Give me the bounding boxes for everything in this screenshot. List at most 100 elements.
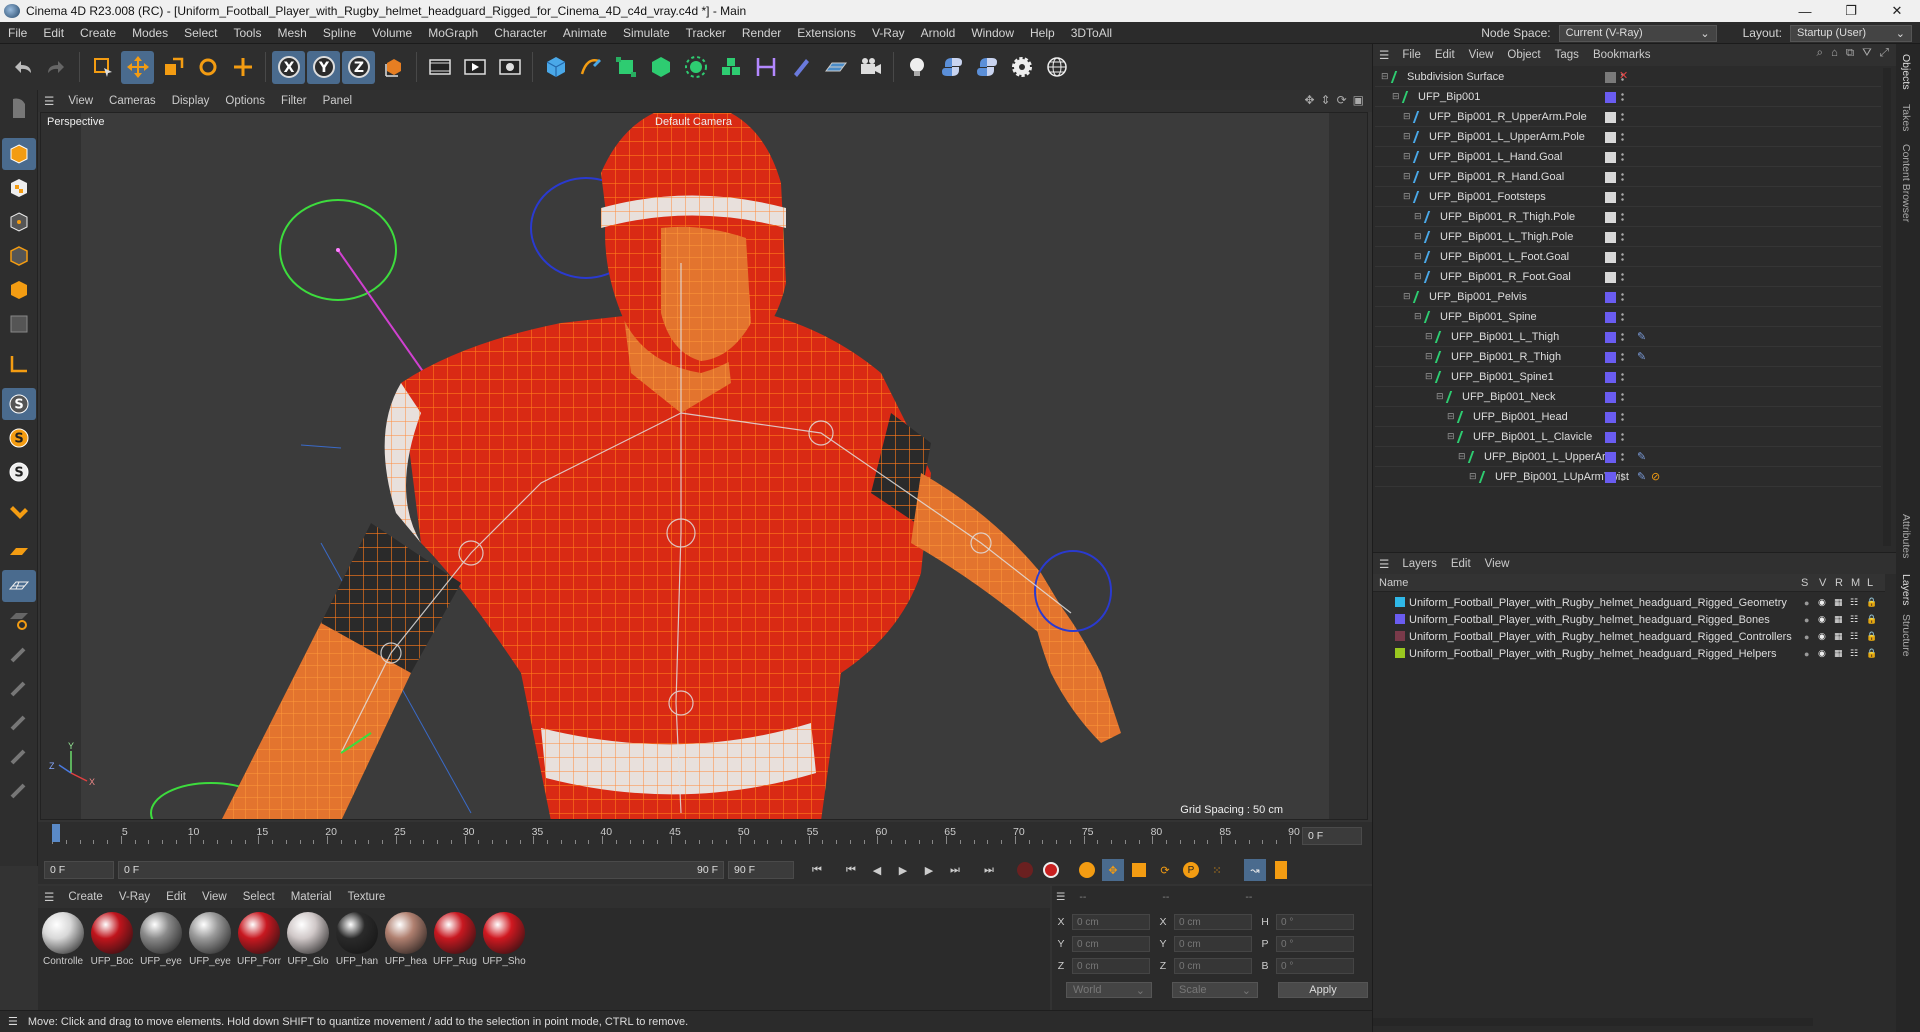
hamburger-icon[interactable]: ☰ — [1379, 557, 1389, 571]
solo-dot-icon[interactable]: ● — [1804, 615, 1809, 625]
object-row[interactable]: ⊟ UFP_Bip001_L_UpperArm.Pole — [1375, 128, 1881, 147]
objects-menu-bookmarks[interactable]: Bookmarks — [1586, 49, 1658, 61]
object-row[interactable]: ⊟ UFP_Bip001_Spine1 — [1375, 368, 1881, 387]
expand-toggle-icon[interactable]: ⊟ — [1425, 371, 1433, 382]
y-axis-lock-button[interactable]: Y — [307, 50, 340, 84]
expand-toggle-icon[interactable]: ⊟ — [1403, 171, 1411, 182]
search-icon[interactable]: ⌕ — [1817, 47, 1823, 60]
visibility-dots-icon[interactable] — [1621, 312, 1624, 323]
menu-mograph[interactable]: MoGraph — [420, 26, 486, 40]
object-row[interactable]: ⊟ UFP_Bip001_Neck — [1375, 388, 1881, 407]
layer-color-swatch[interactable] — [1605, 352, 1616, 363]
layer-color-swatch[interactable] — [1605, 232, 1616, 243]
objects-menu-object[interactable]: Object — [1500, 49, 1547, 61]
record-keys-button[interactable] — [1014, 859, 1036, 881]
go-to-end-button[interactable]: ⏭ — [978, 859, 1000, 881]
uv-mode-button[interactable] — [2, 308, 36, 340]
generator-subdivision-button[interactable] — [609, 51, 642, 84]
render-icon[interactable]: ▦ — [1834, 597, 1843, 608]
visibility-dots-icon[interactable] — [1621, 472, 1624, 483]
layer-color-swatch[interactable] — [1605, 72, 1616, 83]
expand-toggle-icon[interactable]: ⊟ — [1414, 211, 1422, 222]
material-menu-create[interactable]: Create — [60, 891, 111, 903]
material-swatch[interactable]: UFP_Boc — [89, 912, 135, 967]
close-icon[interactable]: ✕ — [1874, 0, 1920, 22]
menu-create[interactable]: Create — [72, 26, 124, 40]
motion-path-button[interactable]: ↝ — [1244, 859, 1266, 881]
visibility-dots-icon[interactable] — [1621, 432, 1624, 443]
menu-extensions[interactable]: Extensions — [789, 26, 864, 40]
keyframe-selection-button[interactable] — [1076, 859, 1098, 881]
layer-color-swatch[interactable] — [1605, 272, 1616, 283]
object-row[interactable]: ⊟ UFP_Bip001_L_Clavicle — [1375, 428, 1881, 447]
ik-tag-icon[interactable]: ✎ — [1637, 330, 1646, 343]
object-row[interactable]: ⊟ UFP_Bip001_R_Hand.Goal — [1375, 168, 1881, 187]
expand-toggle-icon[interactable]: ⊟ — [1414, 271, 1422, 282]
apply-button[interactable]: Apply — [1278, 982, 1368, 998]
z-axis-lock-button[interactable]: Z — [342, 50, 375, 84]
menu-tracker[interactable]: Tracker — [678, 26, 734, 40]
timeline-layout-button[interactable] — [1270, 859, 1292, 881]
minimize-icon[interactable]: — — [1782, 0, 1828, 22]
view-eye-icon[interactable]: ◉ — [1818, 614, 1826, 625]
visibility-dots-icon[interactable] — [1621, 212, 1624, 223]
render-to-picture-viewer-button[interactable] — [458, 51, 491, 84]
material-swatch[interactable]: UFP_Glo — [285, 912, 331, 967]
menu-volume[interactable]: Volume — [364, 26, 420, 40]
settings-gear-button[interactable] — [1005, 51, 1038, 84]
object-row[interactable]: ⊟ UFP_Bip001_R_Thigh.Pole — [1375, 208, 1881, 227]
view-eye-icon[interactable]: ◉ — [1818, 597, 1826, 608]
tab-structure[interactable]: Structure — [1900, 614, 1912, 657]
object-row[interactable]: ⊟ UFP_Bip001_L_Hand.Goal — [1375, 148, 1881, 167]
size-y-field[interactable]: 0 cm — [1174, 936, 1252, 952]
menu-arnold[interactable]: Arnold — [913, 26, 964, 40]
object-row[interactable]: ⊟ UFP_Bip001 — [1375, 88, 1881, 107]
solo-dot-icon[interactable]: ● — [1804, 598, 1809, 608]
ik-tag-icon[interactable]: ✎ — [1637, 470, 1646, 483]
spline-pen-button[interactable] — [574, 51, 607, 84]
lock-icon[interactable]: 🔒 — [1866, 614, 1877, 625]
hamburger-icon[interactable]: ☰ — [8, 1015, 18, 1028]
layer-color-swatch[interactable] — [1605, 312, 1616, 323]
object-row[interactable]: ⊟ UFP_Bip001_LUpArmTwist ✎ ⊘ — [1375, 468, 1881, 487]
new-window-icon[interactable]: ⧉ — [1846, 47, 1854, 60]
render-view-button[interactable] — [423, 51, 456, 84]
current-frame-field[interactable]: 0 F — [1302, 827, 1362, 845]
viewport-menu-cameras[interactable]: Cameras — [101, 95, 164, 107]
visibility-dots-icon[interactable] — [1621, 112, 1624, 123]
tab-attributes[interactable]: Attributes — [1900, 514, 1912, 558]
coordinate-system-button[interactable] — [377, 51, 410, 84]
visibility-dots-icon[interactable] — [1621, 192, 1624, 203]
tab-content-browser[interactable]: Content Browser — [1900, 144, 1912, 222]
expand-toggle-icon[interactable]: ⊟ — [1425, 351, 1433, 362]
expand-toggle-icon[interactable]: ⊟ — [1447, 411, 1455, 422]
constraint-tag-icon[interactable]: ⊘ — [1651, 470, 1660, 483]
layer-color-swatch[interactable] — [1605, 132, 1616, 143]
render-icon[interactable]: ▦ — [1834, 614, 1843, 625]
object-row[interactable]: ⊟ UFP_Bip001_Spine — [1375, 308, 1881, 327]
object-row[interactable]: ⊟ UFP_Bip001_L_UpperArm ✎ — [1375, 448, 1881, 467]
tab-takes[interactable]: Takes — [1900, 104, 1912, 131]
objects-menu-tags[interactable]: Tags — [1548, 49, 1586, 61]
layer-color-swatch[interactable] — [1605, 112, 1616, 123]
globe-button[interactable] — [1040, 51, 1073, 84]
zoom-view-icon[interactable]: ⇕ — [1321, 93, 1331, 107]
expand-toggle-icon[interactable]: ⊟ — [1469, 471, 1477, 482]
layer-color-swatch[interactable] — [1605, 332, 1616, 343]
expand-toggle-icon[interactable]: ⊟ — [1414, 231, 1422, 242]
position-x-field[interactable]: 0 cm — [1072, 914, 1150, 930]
make-editable-button[interactable] — [2, 92, 36, 126]
rotate-tool-button[interactable] — [191, 51, 224, 84]
visibility-dots-icon[interactable] — [1621, 352, 1624, 363]
menu-render[interactable]: Render — [734, 26, 789, 40]
cube-object-button[interactable] — [539, 51, 572, 84]
expand-toggle-icon[interactable]: ⊟ — [1403, 111, 1411, 122]
polygons-mode-button[interactable] — [2, 274, 36, 306]
key-rotation-button[interactable]: ⟳ — [1154, 859, 1176, 881]
object-row[interactable]: ⊟ Subdivision Surface ✕ — [1375, 68, 1881, 87]
frame-ruler[interactable]: 051015202530354045505560657075808590 — [52, 824, 1300, 846]
layer-color-swatch[interactable] — [1605, 92, 1616, 103]
layers-scrollbar[interactable] — [1373, 1018, 1813, 1026]
material-swatch[interactable]: UFP_hea — [383, 912, 429, 967]
visibility-dots-icon[interactable] — [1621, 132, 1624, 143]
